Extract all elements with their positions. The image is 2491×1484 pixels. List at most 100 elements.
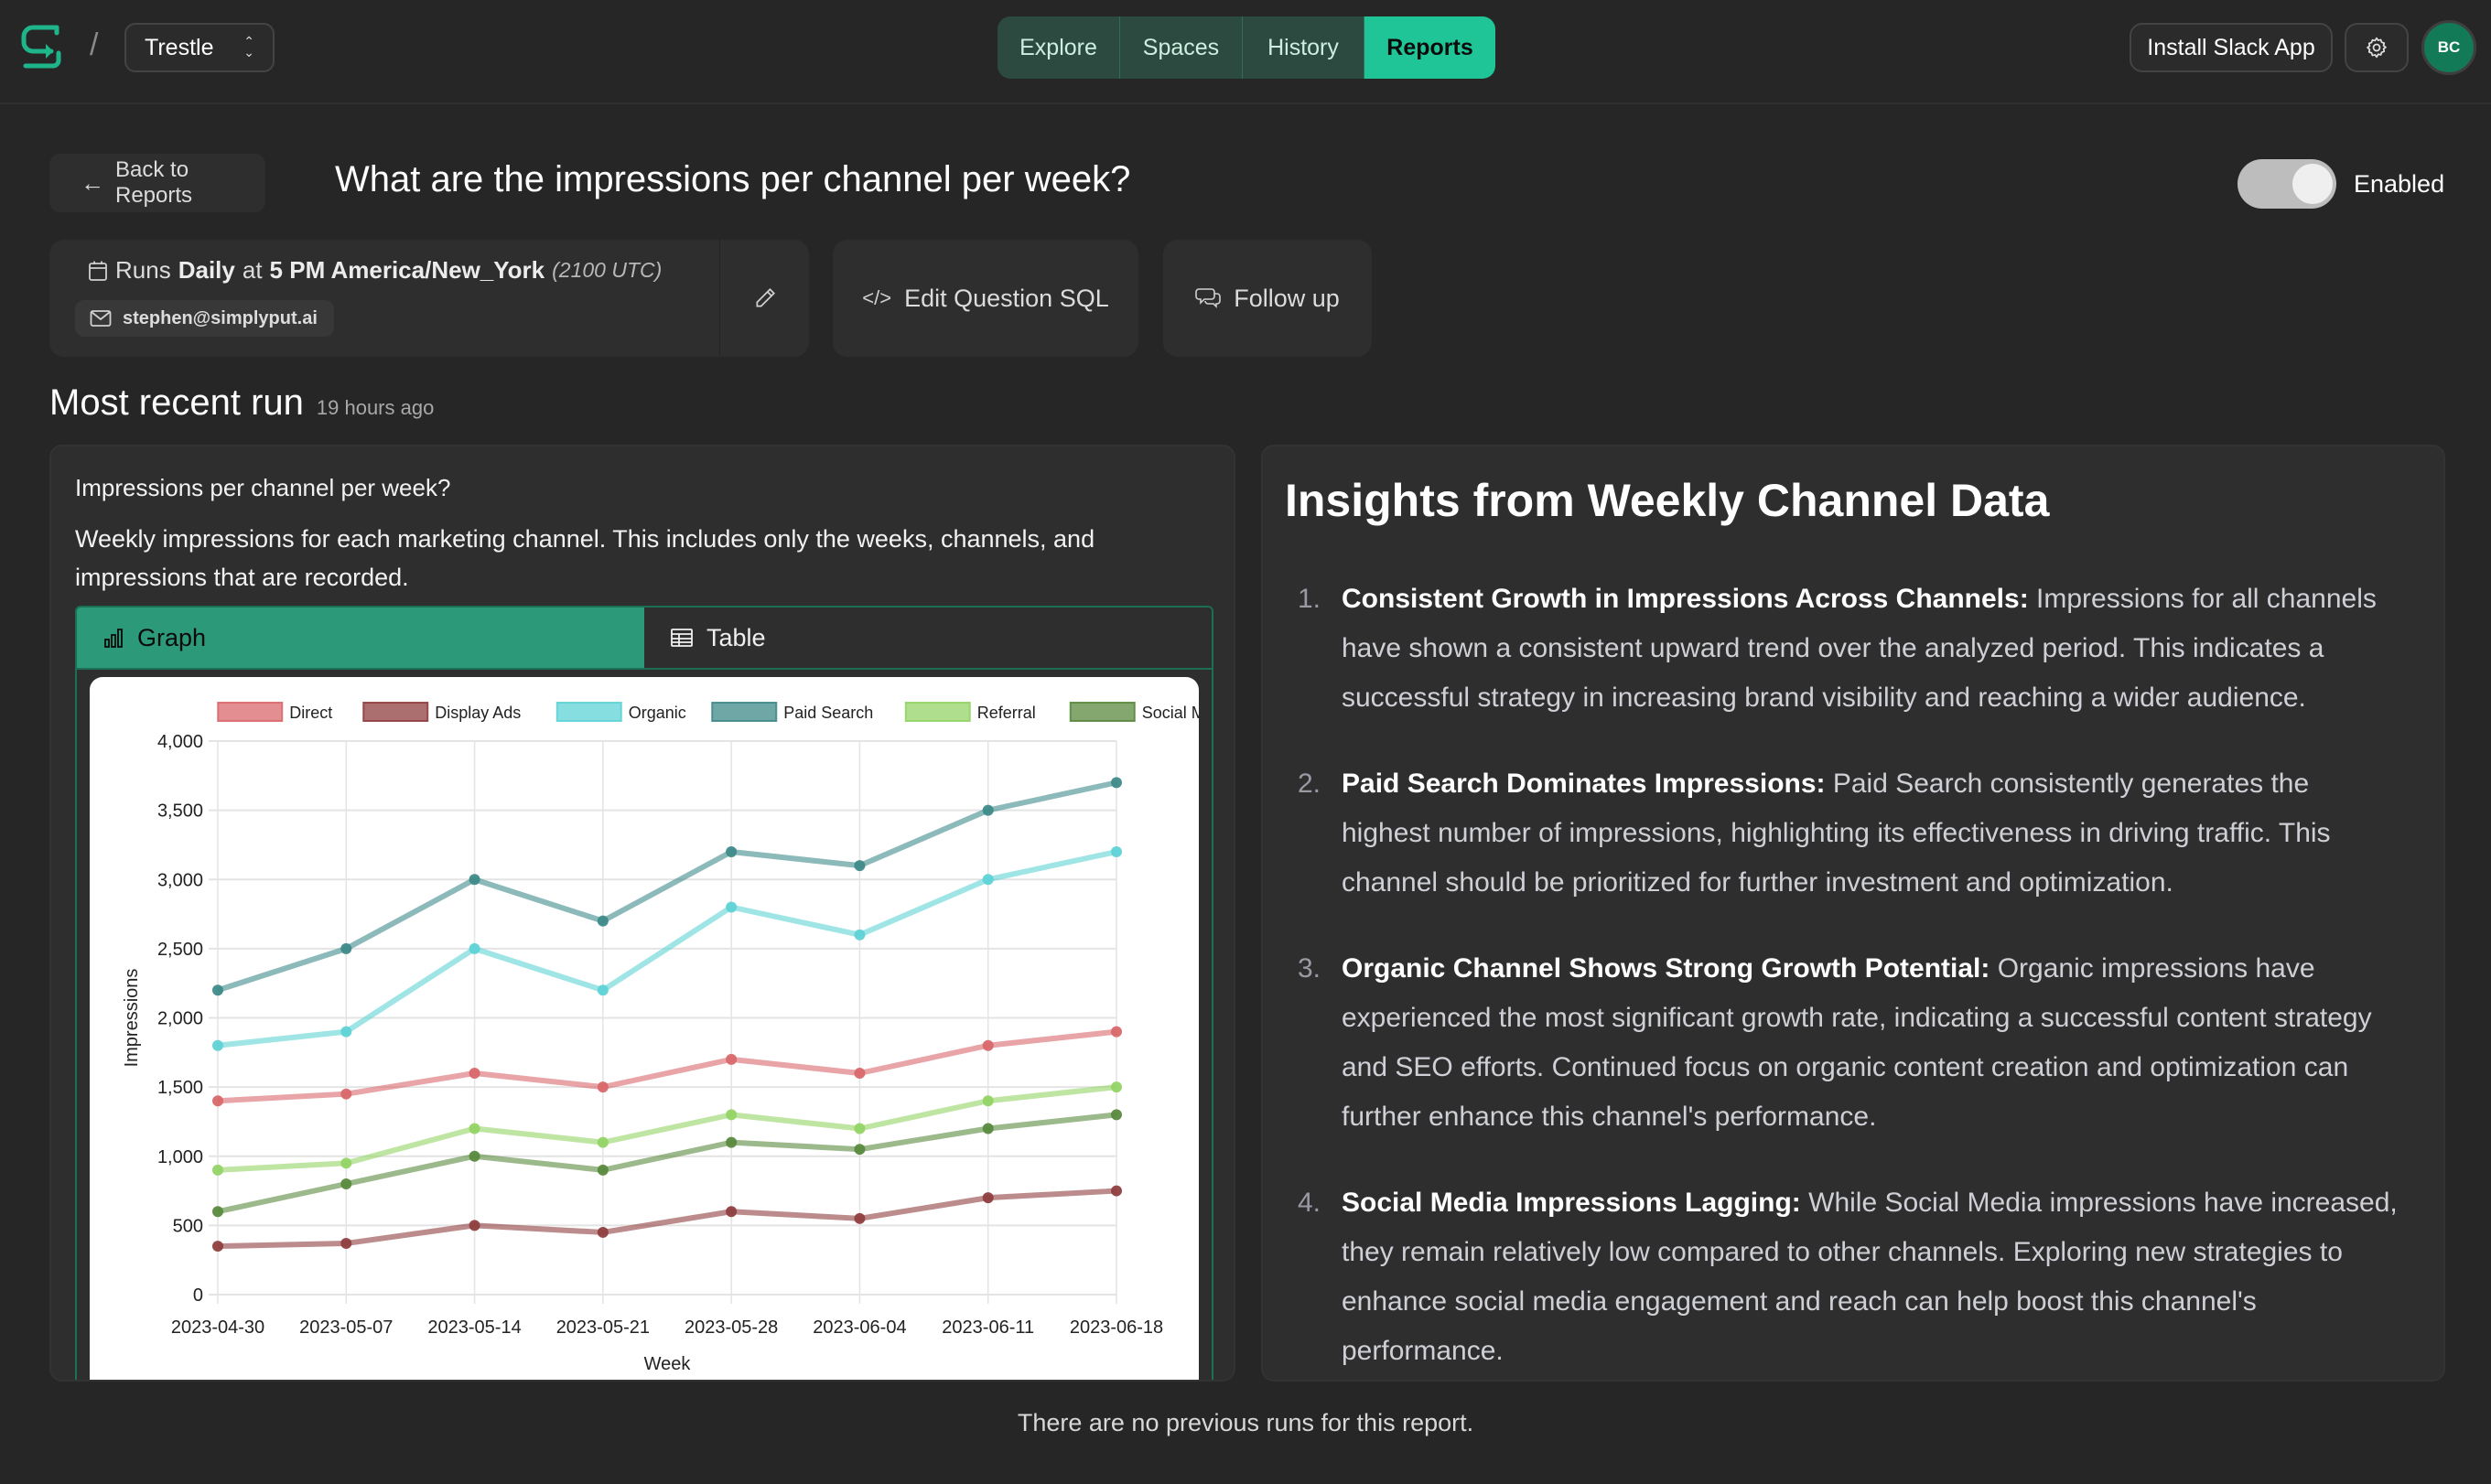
data-point-direct xyxy=(726,1053,738,1065)
legend-label: Direct xyxy=(289,704,332,722)
data-point-referral xyxy=(1111,1081,1122,1093)
data-point-referral xyxy=(212,1164,223,1176)
insight-number: 2. xyxy=(1298,769,1321,799)
data-point-social-media xyxy=(854,1144,866,1156)
workspace-name: Trestle xyxy=(145,34,214,60)
code-icon: </> xyxy=(862,286,892,309)
edit-question-sql-button[interactable]: </> Edit Question SQL xyxy=(833,240,1138,357)
insight-title: Consistent Growth in Impressions Across … xyxy=(1342,584,2029,614)
data-point-direct xyxy=(854,1068,866,1079)
follow-up-label: Follow up xyxy=(1234,284,1340,312)
main-nav-tabs: Explore Spaces History Reports xyxy=(997,16,1495,79)
enabled-label: Enabled xyxy=(2354,170,2445,198)
insight-item: 1. Consistent Growth in Impressions Acro… xyxy=(1285,575,2401,723)
result-description: Weekly impressions for each marketing ch… xyxy=(75,525,1095,591)
most-recent-run-heading: Most recent run 19 hours ago xyxy=(49,382,434,424)
chat-bubbles-icon xyxy=(1195,288,1222,308)
data-point-organic xyxy=(340,1026,352,1038)
data-point-referral xyxy=(726,1109,738,1121)
insights-list: 1. Consistent Growth in Impressions Acro… xyxy=(1285,575,2401,1380)
x-axis-title: Week xyxy=(644,1354,692,1374)
settings-button[interactable] xyxy=(2345,23,2409,72)
view-tabs: Graph Table xyxy=(75,606,1213,670)
data-point-social-media xyxy=(982,1123,994,1135)
section-title: Most recent run xyxy=(49,382,304,423)
toggle-knob xyxy=(2292,164,2333,204)
simplyput-logo-icon[interactable] xyxy=(15,20,68,71)
y-tick-label: 2,000 xyxy=(157,1009,203,1029)
run-timestamp: 19 hours ago xyxy=(316,396,435,419)
chevron-up-down-icon: ⌃ ⌄ xyxy=(243,34,254,59)
line-chart: 0 500 1,000 1,500 2,000 2,500 3,000 3,500 4,000 2… xyxy=(122,702,1199,1374)
enabled-toggle[interactable] xyxy=(2238,159,2336,209)
data-point-direct xyxy=(469,1068,480,1079)
edit-schedule-button[interactable] xyxy=(719,240,809,357)
schedule-prefix: Runs xyxy=(115,256,171,284)
install-slack-app-button[interactable]: Install Slack App xyxy=(2130,23,2333,72)
breadcrumb-separator: / xyxy=(90,27,99,62)
data-point-organic xyxy=(854,929,866,941)
legend-swatch-direct xyxy=(217,702,284,722)
nav-tab-explore[interactable]: Explore xyxy=(997,16,1120,79)
schedule-frequency: Daily xyxy=(178,256,235,284)
y-tick-label: 0 xyxy=(193,1285,203,1306)
legend-label: Organic xyxy=(629,704,686,722)
data-point-referral xyxy=(982,1095,994,1107)
data-point-social-media xyxy=(340,1178,352,1189)
data-point-referral xyxy=(597,1136,609,1148)
back-to-reports-button[interactable]: ← Back to Reports xyxy=(49,154,265,212)
y-tick-label: 1,500 xyxy=(157,1078,203,1098)
data-point-organic xyxy=(1111,846,1122,857)
data-point-organic xyxy=(469,942,480,954)
data-point-direct xyxy=(1111,1026,1122,1038)
schedule-time: 5 PM America/New_York xyxy=(269,256,545,284)
x-tick-label: 2023-06-11 xyxy=(942,1317,1034,1338)
data-point-social-media xyxy=(597,1164,609,1176)
data-point-display-ads xyxy=(726,1206,738,1218)
x-tick-label: 2023-06-18 xyxy=(1070,1317,1163,1338)
x-tick-label: 2023-06-04 xyxy=(813,1317,906,1338)
data-point-display-ads xyxy=(854,1212,866,1224)
series-line-display-ads xyxy=(217,1188,1117,1250)
data-point-display-ads xyxy=(340,1238,352,1250)
y-tick-label: 500 xyxy=(173,1216,203,1236)
y-tick-label: 2,500 xyxy=(157,940,203,960)
insights-card: Insights from Weekly Channel Data 1. Con… xyxy=(1261,445,2445,1382)
workspace-selector[interactable]: Trestle ⌃ ⌄ xyxy=(124,23,275,72)
series-line-paid-search xyxy=(217,780,1117,994)
schedule-at: at xyxy=(242,256,263,284)
nav-tab-spaces[interactable]: Spaces xyxy=(1120,16,1243,79)
data-point-social-media xyxy=(469,1150,480,1162)
data-point-paid-search xyxy=(469,874,480,886)
data-point-display-ads xyxy=(469,1220,480,1231)
legend-label: Display Ads xyxy=(435,704,521,722)
insights-heading: Insights from Weekly Channel Data xyxy=(1285,475,2050,526)
data-point-paid-search xyxy=(212,984,223,996)
user-avatar[interactable]: BC xyxy=(2421,20,2476,75)
data-point-social-media xyxy=(212,1206,223,1218)
insight-title: Social Media Impressions Lagging: xyxy=(1342,1188,1801,1218)
x-tick-label: 2023-05-07 xyxy=(299,1317,393,1338)
recipient-email-chip: stephen@simplyput.ai xyxy=(75,300,334,337)
y-axis-title: Impressions xyxy=(122,969,142,1068)
nav-tab-history[interactable]: History xyxy=(1243,16,1364,79)
nav-tab-reports[interactable]: Reports xyxy=(1364,16,1495,79)
tab-graph[interactable]: Graph xyxy=(77,608,644,668)
insight-title: Organic Channel Shows Strong Growth Pote… xyxy=(1342,953,1990,984)
data-point-social-media xyxy=(726,1136,738,1148)
result-card: Impressions per channel per week? Weekly… xyxy=(49,445,1235,1382)
x-tick-label: 2023-05-21 xyxy=(556,1317,650,1338)
legend-label: Paid Search xyxy=(783,704,873,722)
data-point-display-ads xyxy=(1111,1185,1122,1197)
follow-up-button[interactable]: Follow up xyxy=(1163,240,1372,357)
calendar-icon xyxy=(89,261,107,281)
insight-number: 4. xyxy=(1298,1188,1321,1218)
legend-swatch-paid-search xyxy=(711,702,778,722)
data-point-paid-search xyxy=(982,804,994,816)
tab-graph-label: Graph xyxy=(137,623,207,651)
bar-chart-icon xyxy=(104,629,123,648)
data-point-display-ads xyxy=(597,1226,609,1238)
legend-swatch-referral xyxy=(904,702,971,722)
data-point-organic xyxy=(597,984,609,996)
tab-table[interactable]: Table xyxy=(644,608,1212,668)
